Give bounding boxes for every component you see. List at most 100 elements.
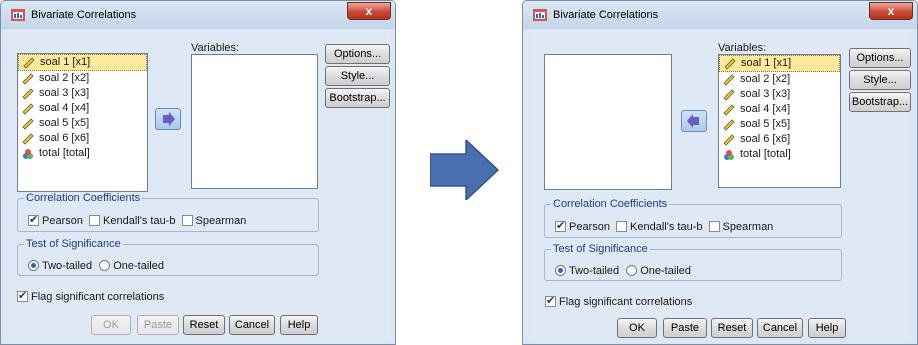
two-tailed-label: Two-tailed xyxy=(569,265,620,277)
nominal-variable-icon xyxy=(723,149,735,161)
radio-icon xyxy=(626,265,638,276)
list-item-label: soal 1 [x1] xyxy=(40,56,91,68)
scale-ruler-icon xyxy=(22,117,34,130)
pearson-label: Pearson xyxy=(569,221,610,233)
list-item-label: soal 4 [x4] xyxy=(39,102,90,114)
bootstrap-button[interactable]: Bootstrap... xyxy=(325,88,390,108)
test-of-significance-group: Test of Significance Two-tailed One-tail… xyxy=(544,243,842,281)
two-tailed-label: Two-tailed xyxy=(42,260,93,272)
list-item[interactable]: soal 4 [x4] xyxy=(719,102,840,117)
help-button[interactable]: Help xyxy=(280,315,318,335)
one-tailed-radio[interactable]: One-tailed xyxy=(626,265,691,277)
correlation-coefficients-group: Correlation Coefficients Pearson Kendall… xyxy=(17,192,319,232)
scale-ruler-icon xyxy=(22,102,34,115)
list-item[interactable]: total [total] xyxy=(719,147,840,162)
radio-icon xyxy=(99,260,111,271)
reset-button[interactable]: Reset xyxy=(711,318,753,338)
paste-button[interactable]: Paste xyxy=(663,318,707,338)
correlation-options: Pearson Kendall's tau-b Spearman xyxy=(555,219,773,233)
kendall-checkbox[interactable]: Kendall's tau-b xyxy=(616,221,702,233)
one-tailed-label: One-tailed xyxy=(113,260,164,272)
checkbox-checked-icon xyxy=(545,294,556,307)
list-item[interactable]: soal 6 [x6] xyxy=(18,131,147,146)
test-of-significance-legend: Test of Significance xyxy=(26,238,121,250)
one-tailed-radio[interactable]: One-tailed xyxy=(99,260,164,272)
list-item[interactable]: soal 6 [x6] xyxy=(719,132,840,147)
checkbox-icon xyxy=(616,221,628,232)
correlation-coefficients-legend: Correlation Coefficients xyxy=(26,192,141,204)
correlation-coefficients-group: Correlation Coefficients Pearson Kendall… xyxy=(544,198,842,238)
list-item[interactable]: soal 2 [x2] xyxy=(18,71,147,86)
list-item-label: soal 3 [x3] xyxy=(740,88,791,100)
spearman-label: Spearman xyxy=(195,215,247,227)
pearson-checkbox[interactable]: Pearson xyxy=(555,219,610,233)
paste-button[interactable]: Paste xyxy=(137,315,179,335)
list-item-label: soal 2 [x2] xyxy=(740,73,791,85)
list-item-label: soal 5 [x5] xyxy=(39,117,90,129)
one-tailed-label: One-tailed xyxy=(640,265,691,277)
variables-list[interactable]: soal 1 [x1] soal 2 [x2] soal 3 [x3] soal… xyxy=(718,54,841,188)
scale-ruler-icon xyxy=(723,118,735,131)
scale-ruler-icon xyxy=(723,88,735,101)
scale-ruler-icon xyxy=(723,73,735,86)
list-item-label: total [total] xyxy=(39,147,90,159)
style-button[interactable]: Style... xyxy=(849,70,911,90)
cancel-button[interactable]: Cancel xyxy=(757,318,803,338)
kendall-checkbox[interactable]: Kendall's tau-b xyxy=(89,215,175,227)
reset-button[interactable]: Reset xyxy=(183,315,225,335)
checkbox-icon xyxy=(181,215,193,226)
flag-significant-checkbox[interactable]: Flag significant correlations xyxy=(17,289,165,303)
list-item[interactable]: soal 1 [x1] xyxy=(18,54,147,71)
options-button[interactable]: Options... xyxy=(849,48,911,68)
kendall-label: Kendall's tau-b xyxy=(103,215,176,227)
scale-ruler-icon xyxy=(723,133,735,146)
scale-ruler-icon xyxy=(22,87,34,100)
cancel-button[interactable]: Cancel xyxy=(229,315,275,335)
source-variable-list[interactable]: soal 1 [x1] soal 2 [x2] soal 3 [x3] soal… xyxy=(17,53,148,192)
flag-significant-checkbox[interactable]: Flag significant correlations xyxy=(545,294,692,308)
variables-label: Variables: xyxy=(191,42,240,54)
title-bar: Bivariate Correlations x xyxy=(1,1,395,29)
source-variable-list[interactable] xyxy=(544,54,672,190)
radio-selected-icon xyxy=(555,265,566,276)
list-item[interactable]: soal 5 [x5] xyxy=(18,116,147,131)
two-tailed-radio[interactable]: Two-tailed xyxy=(555,265,619,277)
correlation-options: Pearson Kendall's tau-b Spearman xyxy=(28,213,247,227)
flag-significant-label: Flag significant correlations xyxy=(31,291,165,303)
arrow-right-icon xyxy=(163,112,175,126)
style-button[interactable]: Style... xyxy=(325,66,390,86)
options-button[interactable]: Options... xyxy=(325,44,390,64)
list-item[interactable]: soal 5 [x5] xyxy=(719,117,840,132)
move-right-arrow-button[interactable] xyxy=(155,108,181,130)
list-item-label: soal 6 [x6] xyxy=(740,133,791,145)
window-title: Bivariate Correlations xyxy=(553,9,659,21)
scale-ruler-icon xyxy=(22,72,34,85)
variables-label: Variables: xyxy=(718,42,767,54)
two-tailed-radio[interactable]: Two-tailed xyxy=(28,260,92,272)
ok-button[interactable]: OK xyxy=(91,315,131,335)
spearman-checkbox[interactable]: Spearman xyxy=(181,215,247,227)
checkbox-checked-icon xyxy=(555,219,566,232)
pearson-checkbox[interactable]: Pearson xyxy=(28,213,83,227)
close-button[interactable]: x xyxy=(869,2,913,20)
list-item[interactable]: total [total] xyxy=(18,146,147,161)
variables-list[interactable] xyxy=(191,54,318,189)
scale-ruler-icon xyxy=(23,56,35,69)
list-item-label: soal 6 [x6] xyxy=(39,132,90,144)
list-item[interactable]: soal 4 [x4] xyxy=(18,101,147,116)
list-item[interactable]: soal 1 [x1] xyxy=(719,55,840,72)
close-button[interactable]: x xyxy=(347,2,391,20)
list-item[interactable]: soal 2 [x2] xyxy=(719,72,840,87)
move-left-arrow-button[interactable] xyxy=(681,110,707,132)
spearman-checkbox[interactable]: Spearman xyxy=(708,221,773,233)
list-item[interactable]: soal 3 [x3] xyxy=(18,86,147,101)
ok-button[interactable]: OK xyxy=(617,318,657,338)
bootstrap-button[interactable]: Bootstrap... xyxy=(849,92,911,112)
radio-selected-icon xyxy=(28,260,39,271)
help-button[interactable]: Help xyxy=(808,318,846,338)
pearson-label: Pearson xyxy=(42,215,83,227)
list-item[interactable]: soal 3 [x3] xyxy=(719,87,840,102)
test-of-significance-legend: Test of Significance xyxy=(553,243,648,255)
dialog-client: soal 1 [x1] soal 2 [x2] soal 3 [x3] soal… xyxy=(7,30,390,338)
correlation-coefficients-legend: Correlation Coefficients xyxy=(553,198,668,210)
